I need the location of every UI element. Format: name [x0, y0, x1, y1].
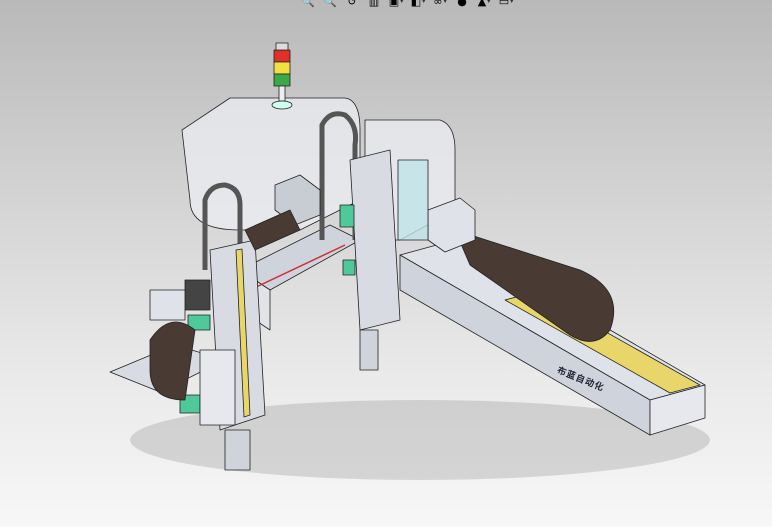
left-carriage	[199, 349, 236, 426]
signal-light-red	[273, 49, 291, 63]
signal-light-yellow	[273, 61, 291, 75]
left-module	[149, 289, 186, 321]
left-belt	[149, 321, 196, 401]
right-green-block-2	[342, 259, 356, 276]
signal-tower-pole	[278, 85, 286, 102]
signal-tower-cap	[275, 42, 289, 51]
left-gripper	[224, 429, 251, 471]
signal-light-green	[273, 73, 291, 87]
right-green-block	[339, 204, 355, 228]
3d-model-viewport[interactable]	[0, 0, 772, 527]
right-gripper	[359, 329, 379, 371]
valve-block	[397, 159, 429, 241]
signal-tower-base	[271, 100, 293, 110]
left-motor	[184, 279, 211, 311]
safety-cover	[181, 97, 361, 231]
